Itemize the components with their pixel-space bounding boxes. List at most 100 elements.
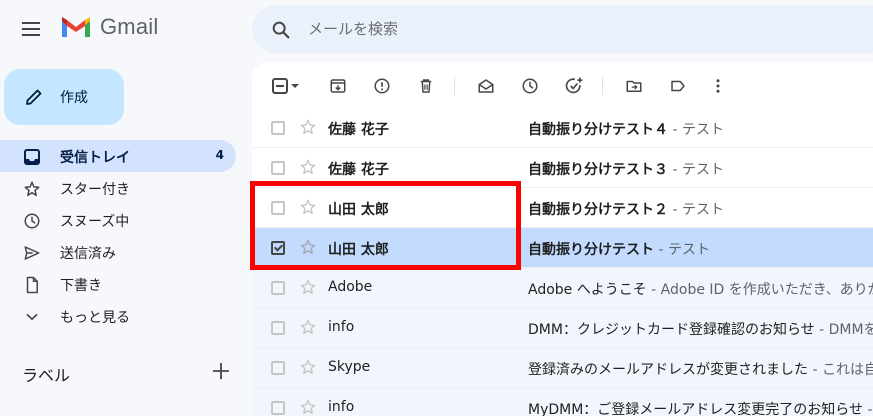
sidebar-item-starred[interactable]: スター付き	[0, 172, 236, 204]
email-snippet: - Adobe ID を作成いただき、ありが	[646, 282, 873, 298]
email-subject: 登録済みのメールアドレスが変更されました	[528, 362, 808, 378]
email-row[interactable]: 山田 太郎 自動振り分けテスト２ - テスト	[252, 188, 873, 228]
row-checkbox[interactable]	[271, 281, 285, 295]
sidebar-item-label: もっと見る	[60, 310, 130, 326]
add-label-icon[interactable]	[210, 360, 232, 382]
email-row[interactable]: 佐藤 花子 自動振り分けテスト３ - テスト	[252, 148, 873, 188]
sidebar-item-snoozed[interactable]: スヌーズ中	[0, 204, 236, 236]
sidebar-item-inbox[interactable]: 受信トレイ 4	[0, 140, 236, 172]
star-icon[interactable]	[299, 278, 317, 296]
star-icon[interactable]	[299, 238, 317, 256]
email-subject-line: 自動振り分けテスト３ - テスト	[528, 159, 724, 179]
sidebar-item-more[interactable]: もっと見る	[0, 300, 236, 332]
sidebar-item-label: 送信済み	[60, 246, 116, 262]
email-sender: 佐藤 花子	[328, 162, 389, 178]
search-icon[interactable]	[270, 19, 292, 41]
email-sender: 山田 太郎	[328, 202, 389, 218]
email-subject: 自動振り分けテスト２	[528, 202, 668, 218]
mark-read-icon[interactable]	[474, 74, 498, 98]
email-snippet: - テスト	[668, 162, 724, 178]
email-subject: MyDMM：ご登録メールアドレス変更完了のお知らせ	[528, 402, 864, 416]
star-icon[interactable]	[299, 318, 317, 336]
draft-icon	[22, 275, 42, 295]
report-spam-icon[interactable]	[370, 74, 394, 98]
email-row[interactable]: info MyDMM：ご登録メールアドレス変更完了のお知らせ -	[252, 388, 873, 416]
gmail-logo-text: Gmail	[100, 14, 159, 39]
toolbar-divider	[602, 77, 603, 95]
chevron-down-icon	[22, 307, 42, 327]
row-checkbox[interactable]	[271, 401, 285, 415]
row-checkbox[interactable]	[271, 361, 285, 375]
unread-count-badge: 4	[215, 148, 224, 162]
star-icon	[22, 179, 42, 199]
email-subject: 自動振り分けテスト３	[528, 162, 668, 178]
row-checkbox[interactable]	[271, 121, 285, 135]
sidebar-item-sent[interactable]: 送信済み	[0, 236, 236, 268]
email-row[interactable]: 山田 太郎 自動振り分けテスト - テスト	[252, 228, 873, 268]
more-options-icon[interactable]	[706, 74, 730, 98]
compose-button[interactable]: 作成	[4, 69, 124, 125]
select-dropdown-icon[interactable]	[288, 74, 302, 98]
sidebar-nav: 受信トレイ 4 スター付き スヌーズ中 送信済み 下書き もっと見る	[0, 140, 236, 332]
row-checkbox[interactable]	[271, 201, 285, 215]
email-snippet: - DMMを	[814, 322, 873, 338]
send-icon	[22, 243, 42, 263]
email-snippet: - これは自	[808, 362, 873, 378]
email-row[interactable]: info DMM：クレジットカード登録確認のお知らせ - DMMを	[252, 308, 873, 348]
toolbar-divider	[454, 77, 455, 95]
star-icon[interactable]	[299, 198, 317, 216]
star-icon[interactable]	[299, 358, 317, 376]
compose-label: 作成	[60, 90, 88, 106]
label-icon[interactable]	[666, 74, 690, 98]
email-snippet: - テスト	[668, 122, 724, 138]
email-subject-line: DMM：クレジットカード登録確認のお知らせ - DMMを	[528, 319, 873, 339]
archive-icon[interactable]	[326, 74, 350, 98]
gmail-window: Gmail 作成 受信トレイ 4 スター付き	[0, 0, 873, 416]
email-sender: Adobe	[328, 279, 373, 295]
clock-icon	[22, 211, 42, 231]
row-checkbox[interactable]	[271, 321, 285, 335]
move-to-icon[interactable]	[622, 74, 646, 98]
email-subject-line: 自動振り分けテスト２ - テスト	[528, 199, 724, 219]
delete-icon[interactable]	[414, 74, 438, 98]
email-list: 佐藤 花子 自動振り分けテスト４ - テスト 佐藤 花子 自動振り分けテスト３ …	[252, 108, 873, 416]
star-icon[interactable]	[299, 398, 317, 416]
star-icon[interactable]	[299, 118, 317, 136]
sidebar-item-label: スヌーズ中	[60, 214, 130, 230]
row-checkbox[interactable]	[271, 241, 285, 255]
email-subject: DMM：クレジットカード登録確認のお知らせ	[528, 322, 815, 338]
email-snippet: - テスト	[654, 242, 710, 258]
email-sender: 山田 太郎	[328, 242, 389, 258]
email-subject: 自動振り分けテスト	[528, 242, 654, 258]
pencil-icon	[26, 89, 42, 105]
mail-toolbar	[252, 62, 873, 108]
email-subject-line: 登録済みのメールアドレスが変更されました - これは自	[528, 359, 873, 379]
sidebar-item-label: 受信トレイ	[60, 150, 130, 166]
add-to-tasks-icon[interactable]	[562, 74, 586, 98]
star-icon[interactable]	[299, 158, 317, 176]
labels-section-header: ラベル	[22, 362, 232, 386]
email-row[interactable]: Skype 登録済みのメールアドレスが変更されました - これは自	[252, 348, 873, 388]
email-subject: Adobe へようこそ	[528, 282, 647, 298]
main-menu-icon[interactable]	[22, 20, 42, 36]
sidebar-item-drafts[interactable]: 下書き	[0, 268, 236, 300]
email-sender: info	[328, 399, 355, 415]
search-input[interactable]	[308, 15, 808, 43]
row-checkbox[interactable]	[271, 161, 285, 175]
email-sender: Skype	[328, 359, 371, 375]
snooze-icon[interactable]	[518, 74, 542, 98]
gmail-m-icon	[62, 17, 90, 37]
email-row[interactable]: Adobe Adobe へようこそ - Adobe ID を作成いただき、ありが	[252, 268, 873, 308]
labels-title: ラベル	[22, 366, 71, 385]
inbox-icon	[22, 147, 42, 167]
gmail-logo[interactable]: Gmail	[60, 14, 158, 40]
email-subject-line: 自動振り分けテスト - テスト	[528, 239, 710, 259]
email-snippet: - テスト	[668, 202, 724, 218]
email-snippet: -	[863, 402, 873, 416]
email-subject: 自動振り分けテスト４	[528, 122, 668, 138]
search-bar[interactable]	[252, 5, 873, 53]
email-row[interactable]: 佐藤 花子 自動振り分けテスト４ - テスト	[252, 108, 873, 148]
sidebar-item-label: 下書き	[60, 278, 102, 294]
sidebar-item-label: スター付き	[60, 182, 130, 198]
email-sender: info	[328, 319, 355, 335]
